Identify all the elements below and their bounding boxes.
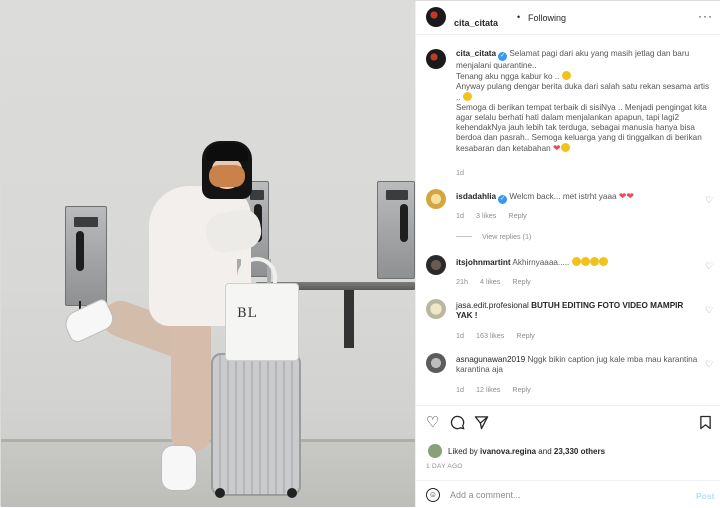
emoji-icon (462, 92, 472, 101)
add-comment-bar: ☺ Post (416, 480, 720, 508)
comment-text: jasa.edit.profesional BUTUH EDITING FOTO… (456, 301, 700, 321)
author-avatar[interactable] (426, 7, 446, 27)
emoji-icon (561, 71, 571, 80)
photo-suitcase (211, 353, 301, 496)
comment-like-heart-icon[interactable]: ♡ (705, 359, 713, 370)
comment-time: 1d (456, 385, 464, 394)
comment-time: 1d (456, 331, 464, 340)
photo-bangs (206, 143, 248, 161)
comment-like-heart-icon[interactable]: ♡ (705, 261, 713, 272)
verified-icon: ✓ (498, 52, 508, 61)
comment-like-heart-icon[interactable]: ♡ (705, 195, 713, 206)
view-replies-line (456, 236, 472, 237)
likes-summary[interactable]: Liked by ivanova.regina and 23,330 other… (448, 447, 605, 456)
photo-sneaker (161, 445, 197, 491)
comment-likes[interactable]: 4 likes (480, 277, 500, 286)
tote-bag-lettering: BL (237, 306, 258, 321)
comment-text: itsjohnmartint Akhirnyaaaa..... (456, 257, 712, 268)
emoji-icon[interactable]: ☺ (426, 488, 440, 502)
comment-likes[interactable]: 163 likes (476, 331, 504, 340)
comment-username[interactable]: jasa.edit.profesional (456, 301, 529, 310)
caption-username[interactable]: cita_citata (456, 49, 496, 58)
suitcase-wheel (215, 488, 225, 498)
verified-icon: ✓ (498, 195, 508, 204)
comments-list[interactable]: cita_citata ✓ Selamat pagi dari aku yang … (416, 35, 720, 405)
payphone-left (65, 206, 107, 306)
heart-emoji-icon: ❤ (552, 143, 561, 153)
comment-likes[interactable]: 12 likes (476, 385, 500, 394)
post-side-panel: cita_citata • Following ··· cita_citata ✓… (415, 1, 720, 507)
likes-middle: and (538, 447, 552, 456)
comment-meta: 21h 4 likes Reply (456, 277, 541, 286)
post-header: cita_citata • Following ··· (416, 1, 720, 35)
clap-emoji-icon (580, 257, 590, 266)
comment-meta: 1d 3 likes Reply (456, 211, 537, 220)
post-date[interactable]: 1 DAY AGO (426, 463, 463, 470)
comment-avatar[interactable] (426, 255, 446, 275)
comment-icon[interactable] (450, 415, 465, 433)
caption-text: cita_citata ✓ Selamat pagi dari aku yang … (456, 49, 712, 154)
photo-floor (1, 441, 415, 507)
comment-reply[interactable]: Reply (512, 277, 530, 286)
comment-text: asnagunawan2019 Nggk bikin caption jug k… (456, 355, 700, 375)
likes-count[interactable]: 23,330 others (554, 447, 605, 456)
author-name-wrap: cita_citata (454, 13, 498, 31)
post-button[interactable]: Post (696, 491, 714, 501)
comment-username[interactable]: asnagunawan2019 (456, 355, 525, 364)
comment-body: Welcm back... met istrht yaaa (509, 192, 617, 201)
comment-text: isdadahlia ✓ Welcm back... met istrht yaa… (456, 191, 712, 204)
caption-p3: Anyway pulang dengar berita duka dari sa… (456, 82, 710, 102)
photo-face-mask (209, 165, 245, 187)
heart-icon[interactable]: ♡ (426, 415, 439, 430)
likes-prefix: Liked by (448, 447, 478, 456)
author-username[interactable]: cita_citata (454, 18, 498, 28)
clap-emoji-icon (589, 257, 599, 266)
header-separator: • (517, 12, 521, 22)
add-comment-input[interactable] (450, 490, 680, 500)
caption-avatar[interactable] (426, 49, 446, 69)
post-actions: ♡ Liked by ivanova.regina and 23,330 oth… (416, 405, 720, 507)
comment-avatar[interactable] (426, 299, 446, 319)
caption-meta: 1d (456, 168, 474, 177)
post-photo: BL (1, 1, 415, 507)
comment-avatar[interactable] (426, 353, 446, 373)
instagram-post: BL cita_citata • Following ··· cita_cita… (0, 0, 720, 507)
caption-p4: Semoga di berikan tempat terbaik di sisi… (456, 103, 707, 153)
pray-emoji-icon (560, 143, 570, 152)
view-replies-label[interactable]: View replies (1) (482, 232, 531, 241)
comment-meta: 1d 12 likes Reply (456, 385, 541, 394)
caption-time: 1d (456, 168, 464, 177)
comment-like-heart-icon[interactable]: ♡ (705, 305, 713, 316)
comment-likes[interactable]: 3 likes (476, 211, 496, 220)
comment-reply[interactable]: Reply (516, 331, 534, 340)
view-replies[interactable]: View replies (1) (456, 232, 541, 241)
comment-meta: 1d 163 likes Reply (456, 331, 545, 340)
comment-username[interactable]: isdadahlia (456, 192, 496, 201)
bookmark-icon[interactable] (699, 415, 712, 433)
heart-emoji-icon: ❤❤ (618, 191, 634, 201)
more-icon[interactable]: ··· (698, 9, 713, 23)
comment-time: 1d (456, 211, 464, 220)
suitcase-wheel (287, 488, 297, 498)
photo-shelf-leg (344, 290, 354, 348)
comment-reply[interactable]: Reply (508, 211, 526, 220)
share-icon[interactable] (474, 415, 489, 433)
comment-time: 21h (456, 277, 468, 286)
clap-emoji-icon (571, 257, 581, 266)
photo-leg (171, 311, 211, 451)
payphone-right (377, 181, 415, 279)
following-button[interactable]: Following (528, 13, 566, 23)
caption-p2: Tenang aku ngga kabur ko .. (456, 72, 560, 81)
comment-username[interactable]: itsjohnmartint (456, 258, 511, 267)
liker-avatar[interactable] (428, 444, 442, 458)
clap-emoji-icon (598, 257, 608, 266)
comment-reply[interactable]: Reply (512, 385, 530, 394)
likes-user[interactable]: ivanova.regina (480, 447, 536, 456)
comment-avatar[interactable] (426, 189, 446, 209)
photo-tote-bag (225, 283, 299, 361)
comment-body: Akhirnyaaaa..... (512, 258, 570, 267)
